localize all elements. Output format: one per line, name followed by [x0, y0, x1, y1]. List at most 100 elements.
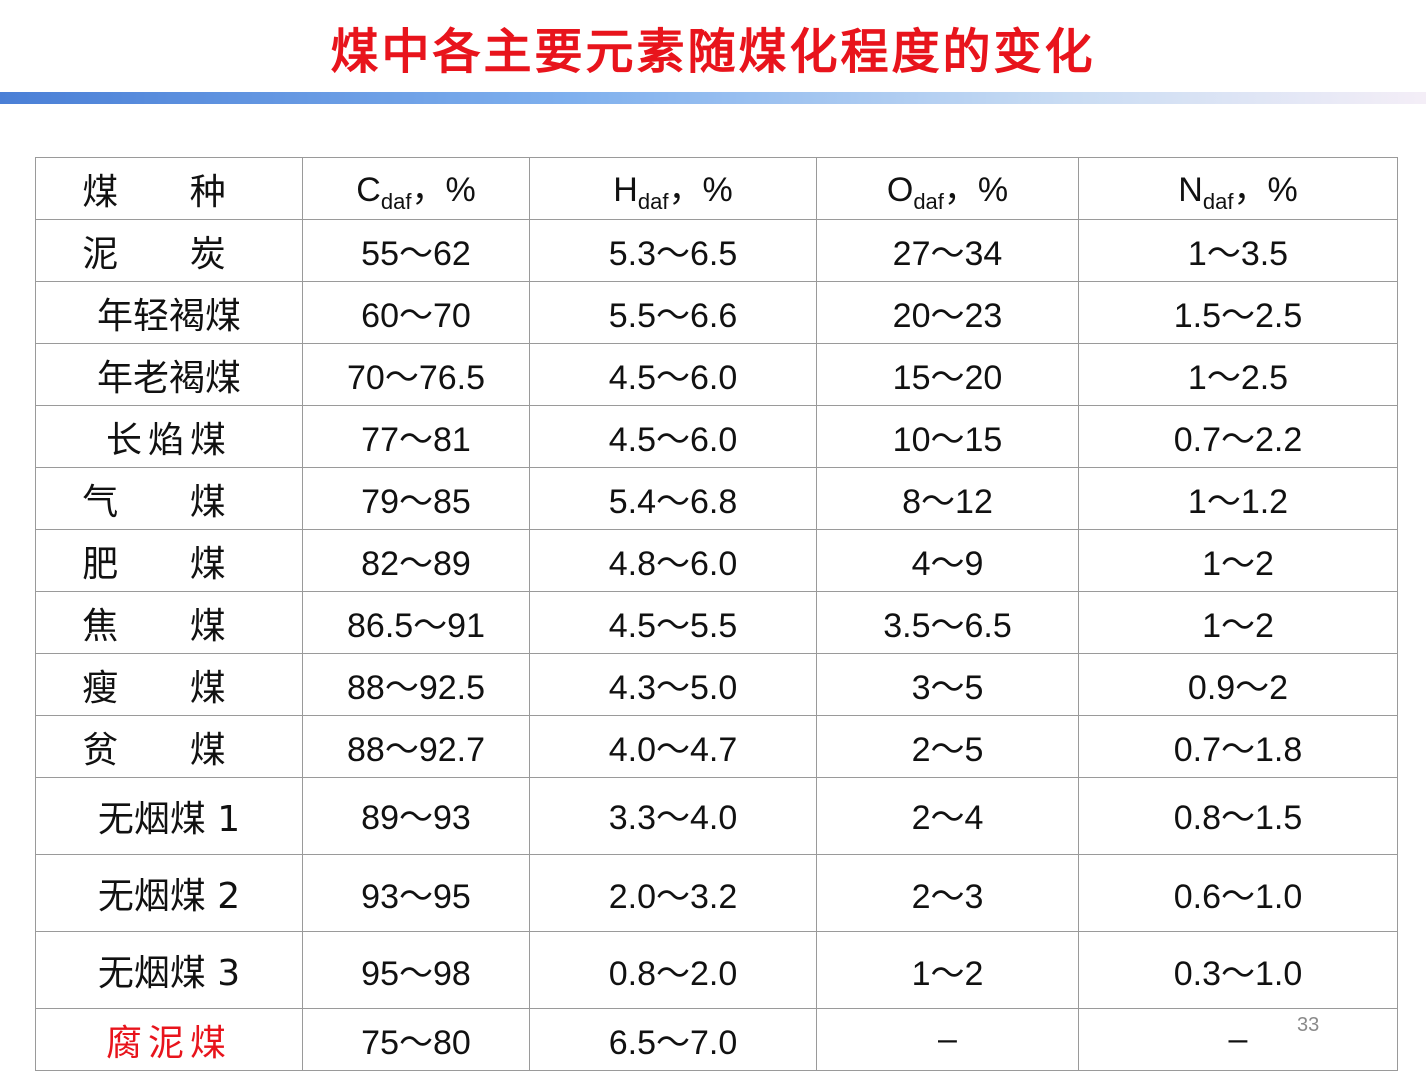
cell-nitrogen: 1～2.5	[1078, 343, 1398, 406]
cell-nitrogen: 1～3.5	[1078, 219, 1398, 282]
cell-carbon: 88～92.5	[302, 653, 530, 716]
title-underline-bar	[0, 92, 1426, 104]
header-hydrogen-suffix: ，%	[668, 171, 733, 209]
cell-coal-name: 无烟煤 2	[35, 854, 303, 932]
header-oxygen-sub: daf	[913, 189, 944, 214]
cell-carbon: 77～81	[302, 405, 530, 468]
table-row: 瘦 煤 88～92.5 4.3～5.0 3～5 0.9～2	[35, 653, 1398, 716]
cell-oxygen: 4～9	[816, 529, 1079, 592]
coal-element-table: 煤 种 Cdaf，% Hdaf，% Odaf，% Ndaf，% 泥 炭 55～6…	[35, 157, 1398, 1071]
cell-carbon: 60～70	[302, 281, 530, 344]
cell-hydrogen: 5.3～6.5	[529, 219, 817, 282]
header-oxygen-base: O	[886, 171, 914, 209]
cell-coal-name: 年轻褐煤	[35, 281, 303, 344]
table-row: 无烟煤 1 89～93 3.3～4.0 2～4 0.8～1.5	[35, 777, 1398, 855]
cell-nitrogen: 1～1.2	[1078, 467, 1398, 530]
cell-hydrogen: 4.8～6.0	[529, 529, 817, 592]
cell-hydrogen: 0.8～2.0	[529, 931, 817, 1009]
cell-nitrogen: 0.6～1.0	[1078, 854, 1398, 932]
cell-hydrogen: 4.3～5.0	[529, 653, 817, 716]
cell-coal-name: 焦 煤	[35, 591, 303, 654]
cell-oxygen: 3.5～6.5	[816, 591, 1079, 654]
table-row: 年轻褐煤 60～70 5.5～6.6 20～23 1.5～2.5	[35, 281, 1398, 344]
header-carbon-base: C	[356, 171, 381, 209]
header-carbon-sub: daf	[380, 189, 412, 214]
cell-oxygen: 2～4	[816, 777, 1079, 855]
cell-coal-name: 年老褐煤	[35, 343, 303, 406]
cell-carbon: 79～85	[302, 467, 530, 530]
table-row: 无烟煤 2 93～95 2.0～3.2 2～3 0.6～1.0	[35, 854, 1398, 932]
header-nitrogen: Ndaf，%	[1078, 157, 1398, 220]
cell-coal-name: 泥 炭	[35, 219, 303, 282]
cell-oxygen: 3～5	[816, 653, 1079, 716]
cell-nitrogen: 1.5～2.5	[1078, 281, 1398, 344]
cell-hydrogen: 6.5～7.0	[529, 1008, 817, 1071]
table-row-highlight: 腐泥煤 75～80 6.5～7.0 – –	[35, 1008, 1398, 1071]
cell-hydrogen: 2.0～3.2	[529, 854, 817, 932]
cell-oxygen: 1～2	[816, 931, 1079, 1009]
cell-nitrogen: 0.3～1.0	[1078, 931, 1398, 1009]
cell-hydrogen: 4.0～4.7	[529, 715, 817, 778]
header-hydrogen: Hdaf，%	[529, 157, 817, 220]
page-title: 煤中各主要元素随煤化程度的变化	[330, 24, 1096, 80]
table-row: 无烟煤 3 95～98 0.8～2.0 1～2 0.3～1.0	[35, 931, 1398, 1009]
cell-hydrogen: 5.5～6.6	[529, 281, 817, 344]
cell-nitrogen: 0.7～2.2	[1078, 405, 1398, 468]
cell-coal-name: 长焰煤	[35, 405, 303, 468]
cell-nitrogen: 0.8～1.5	[1078, 777, 1398, 855]
cell-hydrogen: 4.5～6.0	[529, 405, 817, 468]
page-number: 33	[1297, 1014, 1320, 1036]
cell-coal-name: 瘦 煤	[35, 653, 303, 716]
cell-carbon: 70～76.5	[302, 343, 530, 406]
cell-hydrogen: 4.5～6.0	[529, 343, 817, 406]
table-row: 年老褐煤 70～76.5 4.5～6.0 15～20 1～2.5	[35, 343, 1398, 406]
cell-carbon: 93～95	[302, 854, 530, 932]
cell-coal-name: 气 煤	[35, 467, 303, 530]
cell-oxygen: 27～34	[816, 219, 1079, 282]
cell-oxygen: 2～3	[816, 854, 1079, 932]
header-nitrogen-sub: daf	[1202, 189, 1234, 214]
cell-nitrogen: –	[1078, 1008, 1398, 1071]
cell-carbon: 95～98	[302, 931, 530, 1009]
cell-oxygen: –	[816, 1008, 1079, 1071]
cell-oxygen: 20～23	[816, 281, 1079, 344]
cell-carbon: 82～89	[302, 529, 530, 592]
cell-hydrogen: 4.5～5.5	[529, 591, 817, 654]
header-carbon-suffix: ，%	[411, 171, 476, 209]
cell-carbon: 86.5～91	[302, 591, 530, 654]
cell-nitrogen: 0.7～1.8	[1078, 715, 1398, 778]
cell-coal-name: 肥 煤	[35, 529, 303, 592]
cell-coal-name: 腐泥煤	[35, 1008, 303, 1071]
cell-carbon: 75～80	[302, 1008, 530, 1071]
header-oxygen: Odaf，%	[816, 157, 1079, 220]
table-row: 长焰煤 77～81 4.5～6.0 10～15 0.7～2.2	[35, 405, 1398, 468]
table-row: 气 煤 79～85 5.4～6.8 8～12 1～1.2	[35, 467, 1398, 530]
cell-hydrogen: 3.3～4.0	[529, 777, 817, 855]
header-hydrogen-sub: daf	[637, 189, 669, 214]
cell-oxygen: 8～12	[816, 467, 1079, 530]
cell-coal-name: 无烟煤 3	[35, 931, 303, 1009]
table-header-row: 煤 种 Cdaf，% Hdaf，% Odaf，% Ndaf，%	[35, 157, 1398, 220]
cell-nitrogen: 0.9～2	[1078, 653, 1398, 716]
cell-oxygen: 10～15	[816, 405, 1079, 468]
table-row: 焦 煤 86.5～91 4.5～5.5 3.5～6.5 1～2	[35, 591, 1398, 654]
table-row: 肥 煤 82～89 4.8～6.0 4～9 1～2	[35, 529, 1398, 592]
table-row: 泥 炭 55～62 5.3～6.5 27～34 1～3.5	[35, 219, 1398, 282]
cell-hydrogen: 5.4～6.8	[529, 467, 817, 530]
cell-coal-name: 贫 煤	[35, 715, 303, 778]
cell-oxygen: 2～5	[816, 715, 1079, 778]
cell-oxygen: 15～20	[816, 343, 1079, 406]
cell-carbon: 55～62	[302, 219, 530, 282]
cell-nitrogen: 1～2	[1078, 591, 1398, 654]
table-row: 贫 煤 88～92.7 4.0～4.7 2～5 0.7～1.8	[35, 715, 1398, 778]
header-oxygen-suffix: ，%	[943, 171, 1009, 209]
header-coal-type: 煤 种	[35, 157, 303, 220]
cell-carbon: 89～93	[302, 777, 530, 855]
header-carbon: Cdaf，%	[302, 157, 530, 220]
cell-coal-name: 无烟煤 1	[35, 777, 303, 855]
cell-carbon: 88～92.7	[302, 715, 530, 778]
cell-nitrogen: 1～2	[1078, 529, 1398, 592]
header-nitrogen-suffix: ，%	[1233, 171, 1298, 209]
header-hydrogen-base: H	[613, 171, 638, 209]
header-nitrogen-base: N	[1178, 171, 1203, 209]
